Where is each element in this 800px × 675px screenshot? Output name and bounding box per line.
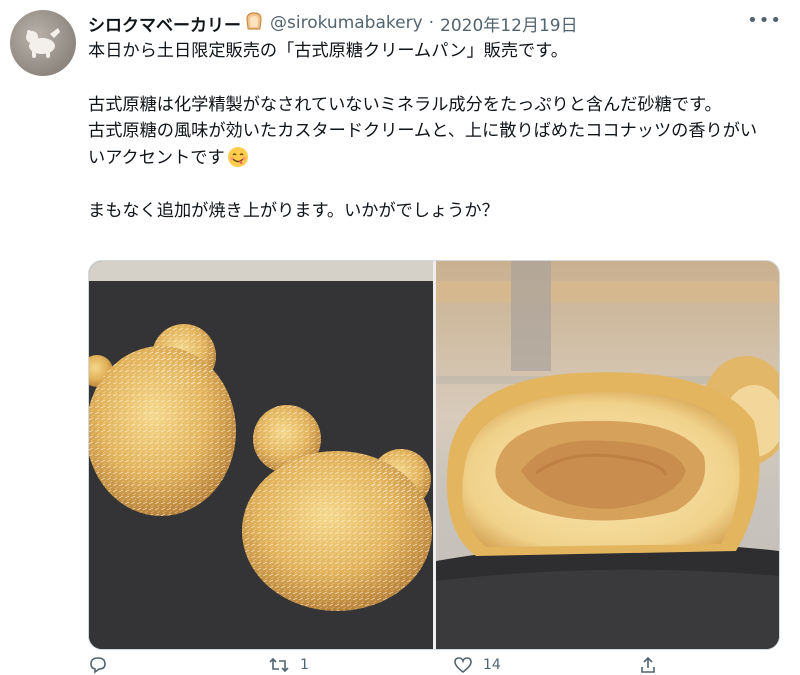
- retweet-button[interactable]: 1: [268, 655, 453, 675]
- like-count: 14: [483, 657, 501, 673]
- like-button[interactable]: 14: [453, 655, 638, 675]
- tweet-date[interactable]: 2020年12月19日: [440, 11, 578, 36]
- photo-bear-buns[interactable]: [89, 261, 433, 649]
- user-handle[interactable]: @sirokumabakery: [270, 13, 423, 33]
- separator-dot: ·: [428, 13, 435, 33]
- heart-icon: [454, 657, 472, 674]
- paragraph-1: 本日から土日限定販売の「古式原糖クリームパン」販売です。: [88, 41, 568, 61]
- reply-button[interactable]: [88, 655, 268, 675]
- action-bar: 1 14: [88, 655, 688, 675]
- photo-cream-bun-cut[interactable]: [436, 261, 779, 649]
- paragraph-3-text: 古式原糖の風味が効いたカスタードクリームと、上に散りばめたココナッツの香りがいい…: [88, 121, 758, 168]
- tweet-header: シロクマベーカリー @sirokumabakery · 2020年12月19日: [88, 8, 780, 38]
- display-name[interactable]: シロクマベーカリー: [88, 11, 241, 36]
- tweet-text: 本日から土日限定販売の「古式原糖クリームパン」販売です。 古式原糖は化学精製がな…: [88, 38, 774, 225]
- yummy-face-icon: [227, 146, 249, 168]
- polar-bear-logo-icon: [26, 28, 60, 58]
- share-icon: [641, 656, 655, 673]
- paragraph-3: 古式原糖の風味が効いたカスタードクリームと、上に散りばめたココナッツの香りがいい…: [88, 118, 774, 171]
- paragraph-4: まもなく追加が焼き上がります。いかがでしょうか？: [88, 201, 499, 221]
- retweet-count: 1: [300, 657, 309, 673]
- paragraph-2: 古式原糖は化学精製がなされていないミネラル成分をたっぷりと含んだ砂糖です。: [88, 94, 722, 115]
- retweet-icon: [269, 657, 289, 673]
- more-options-icon[interactable]: •••: [747, 10, 782, 31]
- media-grid: [88, 260, 780, 650]
- bread-icon: [244, 11, 264, 35]
- avatar[interactable]: [10, 10, 76, 76]
- share-button[interactable]: [638, 655, 658, 675]
- reply-icon: [90, 657, 106, 674]
